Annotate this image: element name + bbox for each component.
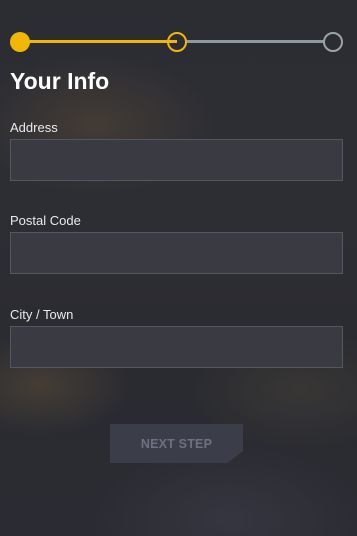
next-step-button[interactable]: NEXT STEP [110, 424, 243, 463]
city-town-label: City / Town [10, 307, 74, 322]
your-info-screen: Your Info Address Postal Code City / Tow… [0, 0, 357, 536]
stepper-line-remaining [186, 40, 324, 43]
progress-stepper [0, 0, 357, 70]
page-title: Your Info [10, 68, 110, 94]
stepper-step-2-current [167, 32, 187, 52]
stepper-step-1 [10, 32, 30, 52]
address-input[interactable] [10, 139, 343, 181]
postal-code-input[interactable] [10, 232, 343, 274]
stepper-step-3 [323, 32, 343, 52]
postal-code-label: Postal Code [10, 213, 81, 228]
city-town-input[interactable] [10, 326, 343, 368]
stepper-line-completed [20, 40, 177, 43]
address-label: Address [10, 120, 58, 135]
